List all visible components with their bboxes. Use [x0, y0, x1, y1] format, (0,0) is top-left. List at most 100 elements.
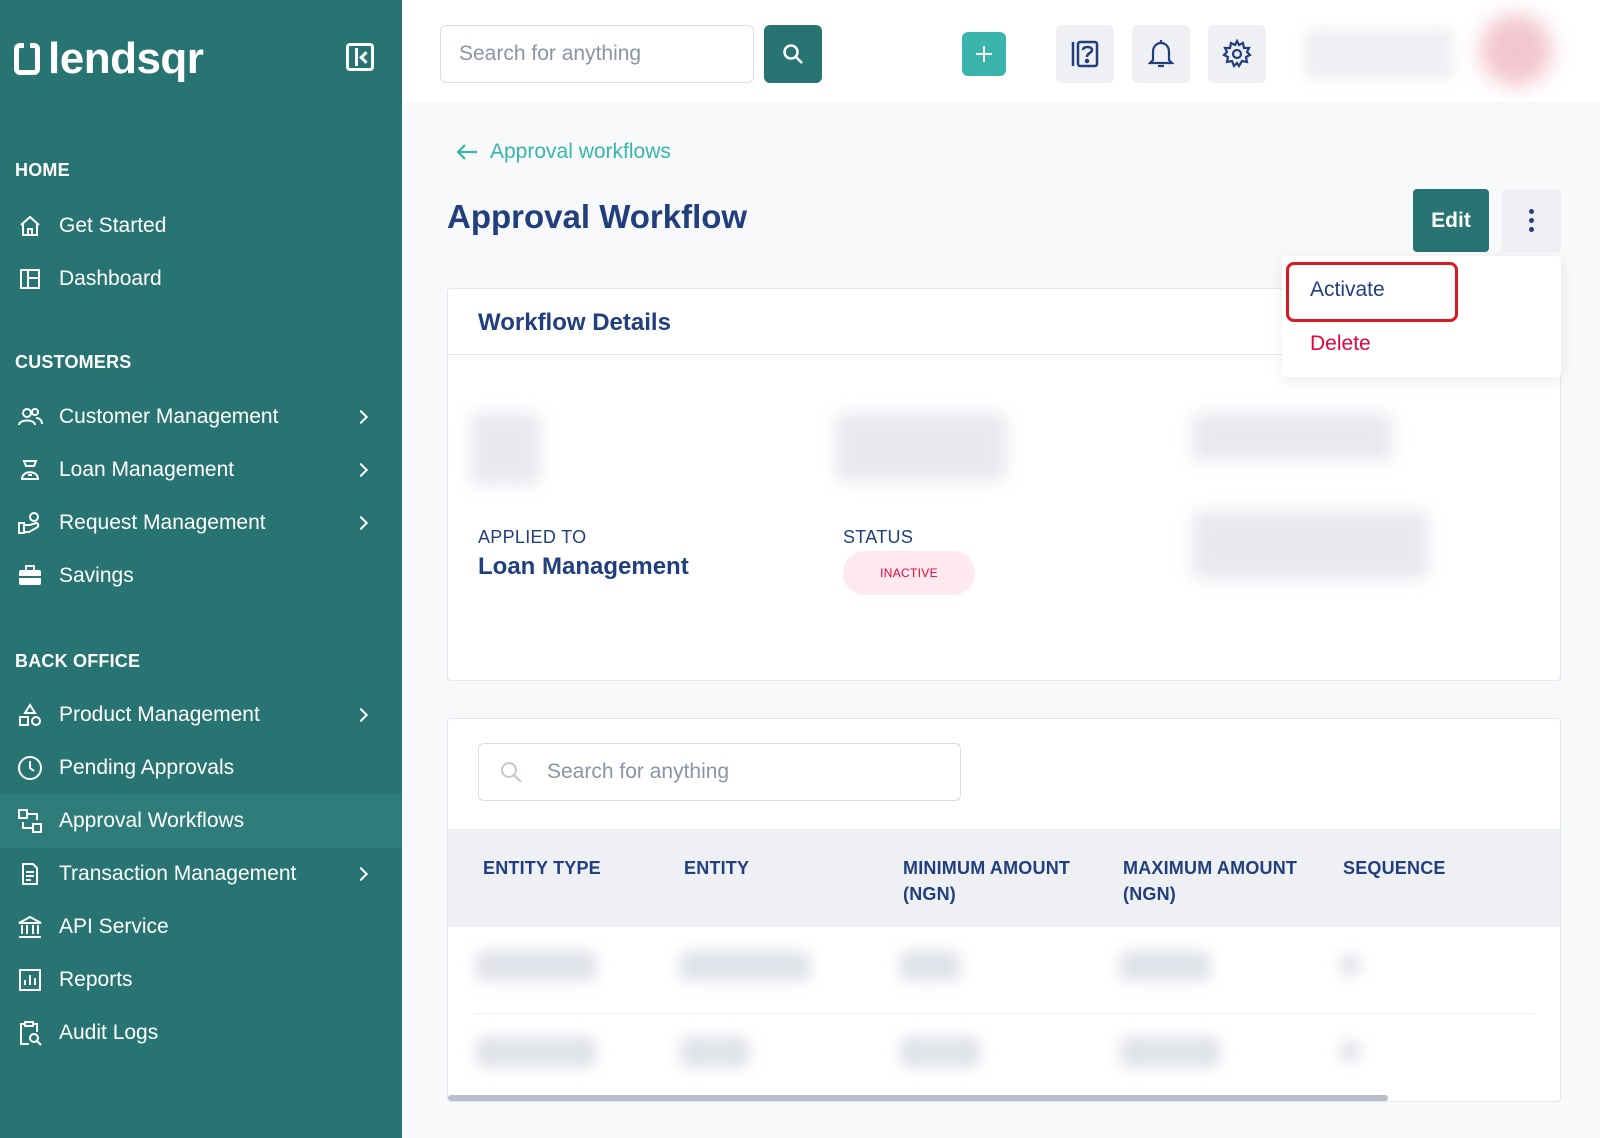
redacted-field: [836, 413, 1006, 481]
sidebar-item-api-service[interactable]: API Service: [0, 900, 402, 954]
sidebar-item-label: Customer Management: [59, 405, 279, 428]
delete-menu-item[interactable]: Delete: [1310, 332, 1371, 356]
workflow-levels-table-card: ENTITY TYPE ENTITY MINIMUM AMOUNT (NGN) …: [447, 718, 1561, 1102]
users-icon: [17, 404, 43, 430]
plus-icon: [976, 46, 992, 62]
chevron-right-icon: [353, 866, 369, 882]
clock-icon: [17, 755, 43, 781]
table-search-field[interactable]: [478, 743, 961, 801]
sidebar-item-audit-logs[interactable]: Audit Logs: [0, 1006, 402, 1060]
more-vertical-icon: [1529, 209, 1534, 232]
global-search-field[interactable]: [440, 25, 754, 83]
shapes-icon: [17, 702, 43, 728]
chevron-right-icon: [353, 409, 369, 425]
chevron-right-icon: [353, 462, 369, 478]
brand-logo[interactable]: lendsqr: [14, 34, 204, 84]
redacted-field: [470, 413, 540, 485]
redacted-cell: [900, 1037, 980, 1067]
table-search-input[interactable]: [547, 760, 960, 784]
sidebar-item-request-management[interactable]: Request Management: [0, 496, 402, 550]
sidebar-item-label: API Service: [59, 915, 169, 938]
user-name-redacted[interactable]: [1304, 28, 1454, 80]
sidebar-item-label: Transaction Management: [59, 862, 297, 885]
chart-icon: [17, 967, 43, 993]
search-button[interactable]: [764, 25, 822, 83]
sidebar-item-label: Savings: [59, 564, 134, 587]
sidebar-item-dashboard[interactable]: Dashboard: [0, 252, 402, 306]
section-home: HOME: [15, 160, 70, 180]
logo-mark-icon: [14, 43, 40, 75]
sidebar-item-loan-management[interactable]: Loan Management: [0, 443, 402, 497]
transaction-icon: [17, 861, 43, 887]
sidebar-item-label: Dashboard: [59, 267, 162, 290]
sidebar-item-label: Request Management: [59, 511, 266, 534]
chevron-right-icon: [353, 515, 369, 531]
redacted-cell: [680, 1037, 750, 1067]
column-header-unit: (NGN): [903, 884, 956, 904]
sidebar-item-product-management[interactable]: Product Management: [0, 688, 402, 742]
collapse-sidebar-icon[interactable]: [346, 43, 374, 71]
page-title: Approval Workflow: [447, 198, 748, 235]
notifications-button[interactable]: [1132, 25, 1190, 83]
more-options-menu: Activate Delete: [1282, 256, 1561, 377]
column-header-unit: (NGN): [1123, 884, 1176, 904]
sidebar-item-label: Get Started: [59, 214, 167, 237]
top-bar: [402, 0, 1600, 102]
redacted-field: [1192, 511, 1428, 579]
applied-to-value: Loan Management: [478, 553, 689, 580]
redacted-cell: [476, 951, 596, 981]
column-header-label: ENTITY: [684, 858, 750, 878]
sidebar-item-customer-management[interactable]: Customer Management: [0, 390, 402, 444]
back-link-label: Approval workflows: [490, 140, 671, 163]
search-icon: [783, 44, 803, 64]
bank-icon: [17, 914, 43, 940]
gear-icon: [1222, 39, 1252, 69]
workflow-icon: [17, 808, 43, 834]
sidebar-item-label: Loan Management: [59, 458, 235, 481]
column-header-entity[interactable]: ENTITY: [684, 855, 749, 881]
home-icon: [17, 213, 43, 239]
more-options-button[interactable]: [1502, 189, 1561, 252]
help-icon: [1071, 40, 1099, 68]
add-button[interactable]: [962, 32, 1006, 76]
help-button[interactable]: [1056, 25, 1114, 83]
column-header-label: SEQUENCE: [1343, 858, 1446, 878]
column-header-minimum-amount[interactable]: MINIMUM AMOUNT (NGN): [903, 855, 1070, 907]
status-label: STATUS: [843, 527, 914, 547]
column-header-maximum-amount[interactable]: MAXIMUM AMOUNT (NGN): [1123, 855, 1297, 907]
sidebar: lendsqr HOME Get Started Dashboard CUSTO…: [0, 0, 402, 1138]
avatar[interactable]: [1480, 14, 1552, 86]
sidebar-item-reports[interactable]: Reports: [0, 953, 402, 1007]
sidebar-item-approval-workflows[interactable]: Approval Workflows: [0, 794, 402, 848]
activate-menu-item[interactable]: Activate: [1310, 278, 1385, 302]
settings-button[interactable]: [1208, 25, 1266, 83]
column-header-entity-type[interactable]: ENTITY TYPE: [483, 855, 601, 881]
edit-button[interactable]: Edit: [1413, 189, 1489, 252]
loan-icon: [17, 457, 43, 483]
column-header-label: MINIMUM AMOUNT: [903, 858, 1071, 878]
applied-to-label: APPLIED TO: [478, 527, 587, 547]
brand-name: lendsqr: [48, 34, 204, 83]
back-to-approval-workflows-link[interactable]: Approval workflows: [456, 140, 671, 164]
redacted-cell: [1120, 951, 1210, 981]
bell-icon: [1148, 40, 1174, 68]
row-divider: [474, 1013, 1534, 1014]
sidebar-item-transaction-management[interactable]: Transaction Management: [0, 847, 402, 901]
sidebar-item-get-started[interactable]: Get Started: [0, 199, 402, 253]
request-icon: [17, 510, 43, 536]
workflow-details-title: Workflow Details: [478, 309, 671, 336]
global-search-input[interactable]: [459, 42, 753, 66]
redacted-cell: [900, 951, 960, 981]
column-header-sequence[interactable]: SEQUENCE: [1343, 855, 1446, 881]
redacted-cell: [476, 1037, 596, 1067]
sidebar-item-label: Product Management: [59, 703, 260, 726]
sidebar-item-savings[interactable]: Savings: [0, 549, 402, 603]
redacted-cell: [1340, 1041, 1360, 1061]
column-header-label: ENTITY TYPE: [483, 858, 601, 878]
redacted-cell: [680, 951, 810, 981]
status-badge: INACTIVE: [843, 551, 975, 595]
horizontal-scrollbar[interactable]: [448, 1095, 1388, 1101]
column-header-label: MAXIMUM AMOUNT: [1123, 858, 1298, 878]
redacted-cell: [1340, 955, 1360, 975]
sidebar-item-pending-approvals[interactable]: Pending Approvals: [0, 741, 402, 795]
